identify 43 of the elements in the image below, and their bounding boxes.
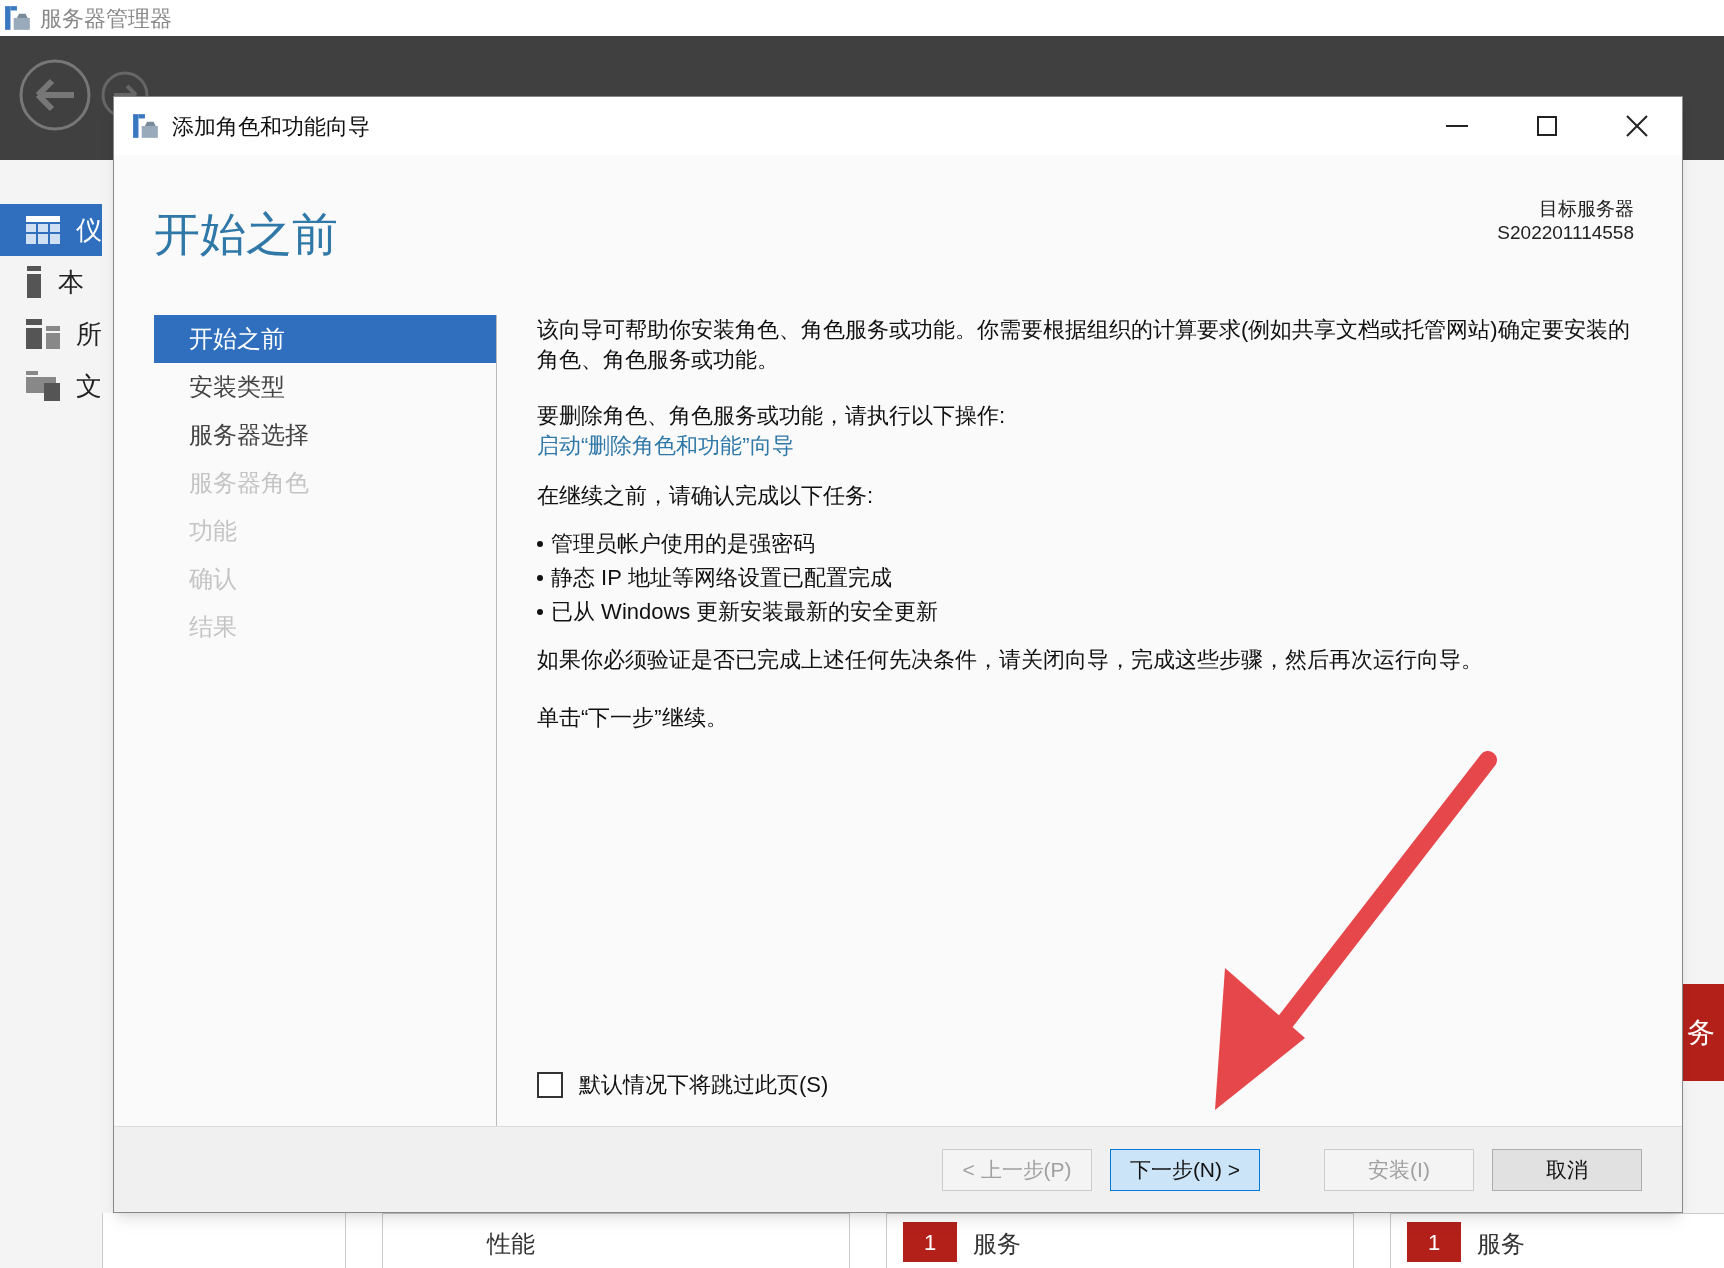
servers-icon xyxy=(26,319,60,349)
page-heading: 开始之前 xyxy=(154,211,338,262)
tasks-intro: 在继续之前，请确认完成以下任务: xyxy=(537,482,875,510)
server-manager-icon xyxy=(132,113,160,139)
task-item: 已从 Windows 更新安装最新的安全更新 xyxy=(551,598,939,626)
tile-label: 性能 xyxy=(487,1229,535,1259)
count-badge: 1 xyxy=(903,1222,957,1262)
skip-checkbox-label: 默认情况下将跳过此页(S) xyxy=(579,1071,829,1099)
dialog-title: 添加角色和功能向导 xyxy=(172,112,370,141)
server-tower-icon xyxy=(26,266,42,298)
tile-label: 务 xyxy=(1687,1015,1715,1050)
maximize-icon xyxy=(1537,116,1557,136)
task-item: 静态 IP 地址等网络设置已配置完成 xyxy=(551,564,892,592)
continue-text: 单击“下一步”继续。 xyxy=(537,704,729,732)
file-storage-icon xyxy=(26,371,60,401)
sidebar-item[interactable]: 本 xyxy=(0,256,102,308)
server-manager-icon xyxy=(4,5,32,31)
tile-label: 服务 xyxy=(973,1229,1021,1259)
sidebar-item[interactable]: 仪 xyxy=(0,204,102,256)
close-icon xyxy=(1626,115,1648,137)
wizard-button[interactable]: 取消 xyxy=(1492,1148,1642,1191)
bullet-icon xyxy=(537,609,543,615)
app-title: 服务器管理器 xyxy=(40,4,172,33)
bullet-icon xyxy=(537,575,543,581)
skip-checkbox[interactable] xyxy=(537,1072,563,1098)
task-item: 管理员帐户使用的是强密码 xyxy=(551,530,815,558)
wizard-step[interactable]: 安装类型 xyxy=(154,363,496,411)
tile-label: 服务 xyxy=(1477,1229,1525,1259)
count-badge: 1 xyxy=(1407,1222,1461,1262)
sidebar-item[interactable]: 文 xyxy=(0,360,102,412)
target-label: 目标服务器 xyxy=(1539,197,1634,221)
wizard-button[interactable]: 下一步(N) > xyxy=(1110,1148,1260,1191)
remove-wizard-link[interactable]: 启动“删除角色和功能”向导 xyxy=(537,431,794,461)
wizard-step[interactable]: 服务器选择 xyxy=(154,411,496,459)
dashboard-grid-icon xyxy=(26,216,60,244)
target-server: S202201114558 xyxy=(1497,221,1634,245)
bullet-icon xyxy=(537,541,543,547)
minimize-icon xyxy=(1446,125,1468,127)
sidebar-item[interactable]: 所 xyxy=(0,308,102,360)
remove-text: 要删除角色、角色服务或功能，请执行以下操作: xyxy=(537,402,1007,430)
verify-text: 如果你必须验证是否已完成上述任何先决条件，请关闭向导，完成这些步骤，然后再次运行向导。 xyxy=(537,646,1484,674)
intro-text: 该向导可帮助你安装角色、角色服务或功能。你需要根据组织的计算要求(例如共享文档或托管网站)确定要安装的角色、角色服务或功能。 xyxy=(537,316,1631,374)
wizard-step[interactable]: 开始之前 xyxy=(154,315,496,363)
